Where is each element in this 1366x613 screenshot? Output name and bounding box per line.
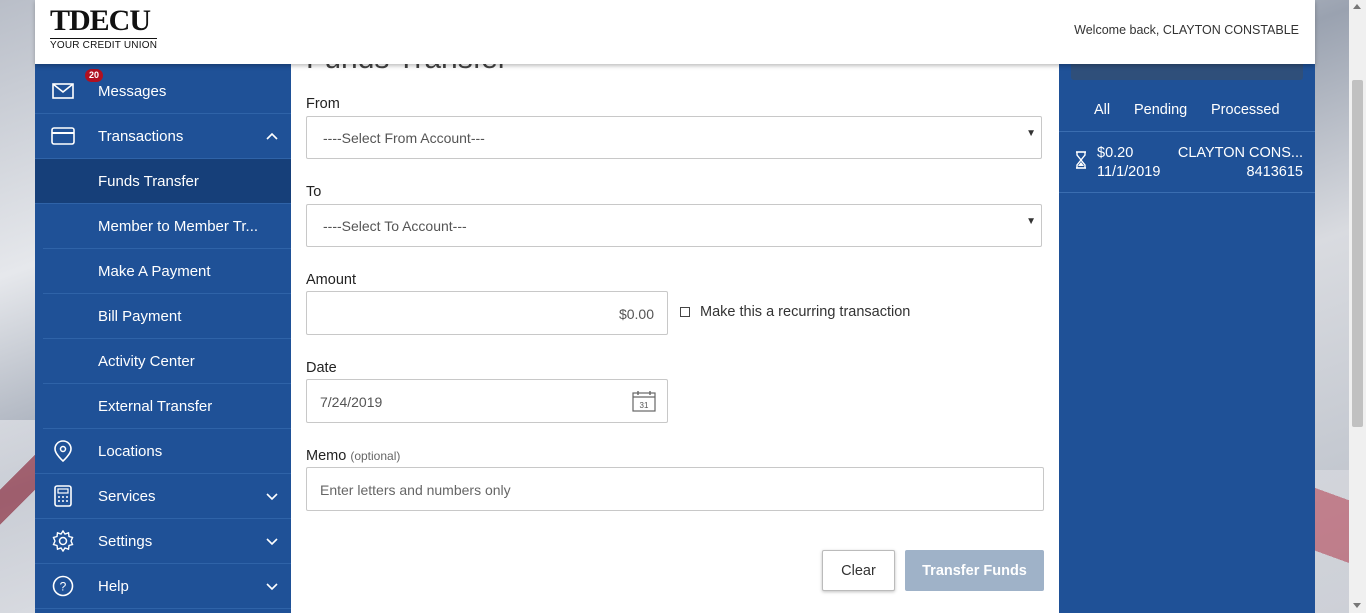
date-value: 7/24/2019 xyxy=(320,394,383,410)
calculator-icon xyxy=(51,484,75,508)
to-label: To xyxy=(306,184,322,200)
svg-text:?: ? xyxy=(60,580,67,594)
page-scrollbar[interactable] xyxy=(1349,0,1366,613)
memo-optional-hint: (optional) xyxy=(350,449,401,463)
from-label: From xyxy=(306,96,340,112)
sidebar-item-activity-center[interactable]: Activity Center xyxy=(43,339,291,384)
sidebar-item-messages[interactable]: 20 Messages xyxy=(35,69,291,114)
sidebar-item-transactions[interactable]: Transactions xyxy=(35,114,291,159)
tab-pending[interactable]: Pending xyxy=(1134,102,1187,118)
hourglass-icon xyxy=(1075,151,1087,173)
scrollbar-thumb[interactable] xyxy=(1352,80,1363,427)
logo-main-text: TDECU xyxy=(50,4,151,37)
sidebar-nav: 20 Messages Transactions Funds Transfer … xyxy=(35,64,291,613)
date-input[interactable]: 7/24/2019 31 xyxy=(306,379,668,423)
sidebar-item-label: Help xyxy=(98,577,129,595)
chevron-down-icon xyxy=(266,583,278,591)
transaction-account: 8413615 xyxy=(1246,164,1303,180)
amount-label: Amount xyxy=(306,272,356,288)
chevron-up-icon xyxy=(266,132,278,140)
transfer-funds-button[interactable]: Transfer Funds xyxy=(905,550,1044,591)
sidebar-item-label: Messages xyxy=(98,82,167,100)
sidebar-item-bill-payment[interactable]: Bill Payment xyxy=(43,294,291,339)
logo-tagline: YOUR CREDIT UNION xyxy=(50,38,158,51)
sidebar-item-label: Locations xyxy=(98,442,163,460)
sidebar-item-label: External Transfer xyxy=(98,397,213,415)
top-header: TDECU YOUR CREDIT UNION Welcome back, CL… xyxy=(35,0,1315,64)
clear-button[interactable]: Clear xyxy=(822,550,895,591)
transaction-row[interactable]: $0.20 11/1/2019 CLAYTON CONS... 8413615 xyxy=(1059,132,1315,193)
transaction-amount: $0.20 xyxy=(1097,145,1134,161)
sidebar-item-funds-transfer[interactable]: Funds Transfer xyxy=(35,159,291,204)
scroll-down-arrow-icon[interactable] xyxy=(1353,603,1361,608)
from-account-select[interactable]: ----Select From Account--- ▼ xyxy=(306,116,1042,159)
sidebar-item-label: Settings xyxy=(98,532,153,550)
sidebar-item-settings[interactable]: Settings xyxy=(35,519,291,564)
chevron-down-icon xyxy=(266,493,278,501)
sidebar-item-services[interactable]: Services xyxy=(35,474,291,519)
messages-count-badge: 20 xyxy=(85,69,104,82)
background-flag-left xyxy=(0,420,40,613)
memo-label-text: Memo xyxy=(306,448,347,464)
tdecu-logo[interactable]: TDECU YOUR CREDIT UNION xyxy=(50,4,158,51)
sidebar-item-label: Funds Transfer xyxy=(98,172,199,190)
envelope-icon: 20 xyxy=(51,69,104,103)
sidebar-item-member-to-member[interactable]: Member to Member Tr... xyxy=(43,204,291,249)
location-pin-icon xyxy=(51,439,75,463)
date-label: Date xyxy=(306,360,337,376)
sidebar-item-make-payment[interactable]: Make A Payment xyxy=(43,249,291,294)
chevron-down-icon xyxy=(266,538,278,546)
transaction-date: 11/1/2019 xyxy=(1097,164,1161,180)
memo-label: Memo (optional) xyxy=(306,448,400,464)
sidebar-item-label: Transactions xyxy=(98,127,184,145)
question-icon: ? xyxy=(51,574,75,598)
to-account-select[interactable]: ----Select To Account--- ▼ xyxy=(306,204,1042,247)
dropdown-caret-icon: ▼ xyxy=(1026,128,1036,139)
welcome-message: Welcome back, CLAYTON CONSTABLE xyxy=(1074,23,1299,37)
from-account-value: ----Select From Account--- xyxy=(323,130,485,146)
dropdown-caret-icon: ▼ xyxy=(1026,216,1036,227)
tab-processed[interactable]: Processed xyxy=(1211,102,1280,118)
memo-input[interactable]: Enter letters and numbers only xyxy=(306,467,1044,511)
sidebar-item-label: Services xyxy=(98,487,156,505)
sidebar-item-label: Bill Payment xyxy=(98,307,182,325)
sidebar-item-label: Member to Member Tr... xyxy=(98,217,259,235)
calendar-icon[interactable]: 31 xyxy=(632,390,656,415)
sidebar-item-label: Make A Payment xyxy=(98,262,211,280)
amount-input[interactable]: $0.00 xyxy=(306,291,668,335)
tab-all[interactable]: All xyxy=(1094,102,1110,118)
background-flag-right xyxy=(1314,470,1352,613)
recent-transfers-panel: All Pending Processed $0.20 11/1/2019 CL… xyxy=(1059,0,1315,613)
sidebar-item-external-transfer[interactable]: External Transfer xyxy=(43,384,291,429)
gear-icon xyxy=(51,529,75,553)
recurring-checkbox[interactable] xyxy=(680,307,690,317)
transaction-name: CLAYTON CONS... xyxy=(1177,145,1303,161)
recurring-checkbox-row[interactable]: Make this a recurring transaction xyxy=(680,304,910,320)
recurring-label: Make this a recurring transaction xyxy=(700,304,911,320)
sidebar-item-locations[interactable]: Locations xyxy=(35,429,291,474)
sidebar-item-help[interactable]: ? Help xyxy=(35,564,291,609)
sidebar-item-label: Activity Center xyxy=(98,352,195,370)
scroll-up-arrow-icon[interactable] xyxy=(1353,4,1361,9)
calendar-day: 31 xyxy=(640,401,649,410)
amount-value: $0.00 xyxy=(618,306,654,322)
to-account-value: ----Select To Account--- xyxy=(323,218,467,234)
memo-placeholder: Enter letters and numbers only xyxy=(320,482,511,498)
card-icon xyxy=(51,124,75,148)
funds-transfer-form: Funds Transfer From ----Select From Acco… xyxy=(291,0,1059,613)
